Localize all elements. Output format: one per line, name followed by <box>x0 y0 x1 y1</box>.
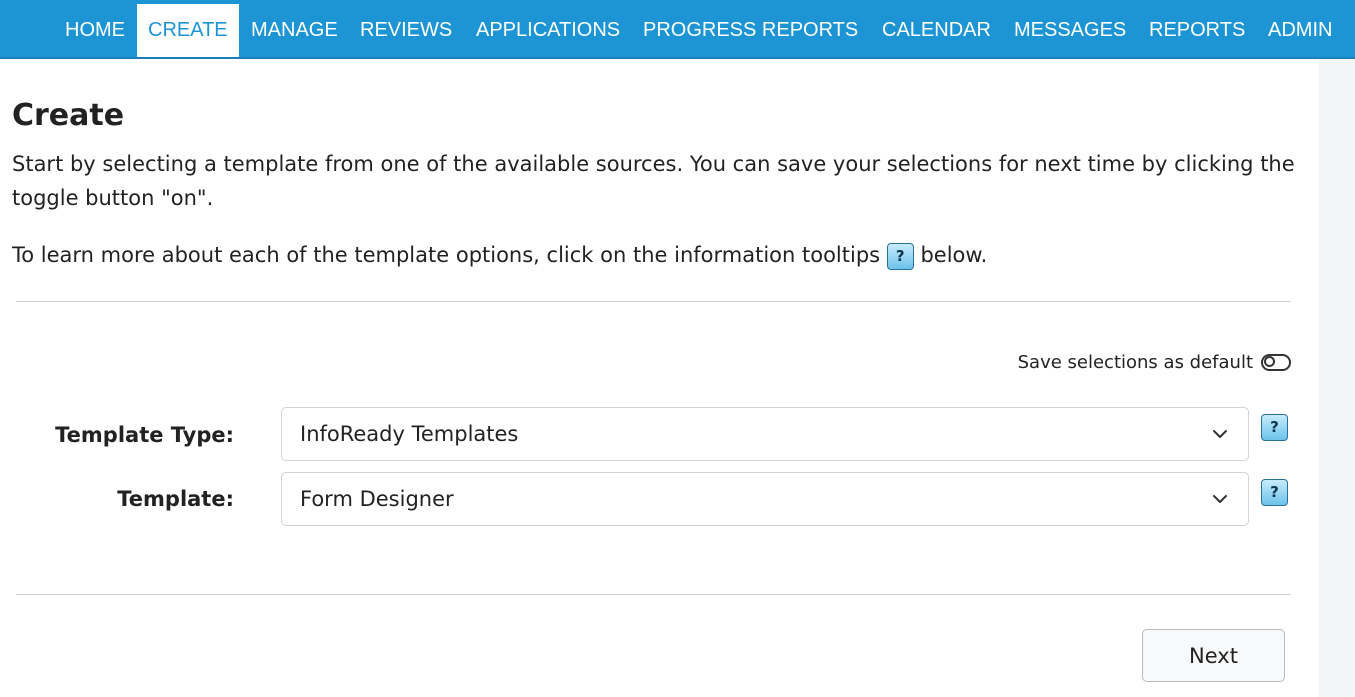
nav-item-messages[interactable]: MESSAGES <box>1014 4 1126 57</box>
nav-item-create[interactable]: CREATE <box>137 4 239 57</box>
nav-item-reports[interactable]: REPORTS <box>1149 4 1245 57</box>
template-label: Template: <box>117 487 234 511</box>
chevron-down-icon <box>1213 430 1227 438</box>
save-default-row: Save selections as default <box>1018 347 1291 377</box>
nav-item-reviews[interactable]: REVIEWS <box>360 4 452 57</box>
nav-item-calendar[interactable]: CALENDAR <box>882 4 991 57</box>
nav-item-home[interactable]: HOME <box>65 4 125 57</box>
main-content: Create Start by selecting a template fro… <box>0 59 1319 697</box>
template-select[interactable]: Form Designer <box>281 472 1249 526</box>
nav-item-manage[interactable]: MANAGE <box>251 4 338 57</box>
template-help-icon[interactable]: ? <box>1261 479 1288 506</box>
bottom-divider <box>16 594 1291 595</box>
intro-text: Start by selecting a template from one o… <box>12 152 1295 210</box>
template-type-help-icon[interactable]: ? <box>1261 414 1288 441</box>
page-title: Create <box>12 98 125 133</box>
template-type-label: Template Type: <box>55 423 234 447</box>
question-mark-icon: ? <box>886 242 914 270</box>
template-type-value: InfoReady Templates <box>300 422 519 446</box>
top-navigation-bar: HOME CREATE MANAGE REVIEWS APPLICATIONS … <box>0 0 1355 59</box>
toggle-knob <box>1264 356 1275 367</box>
chevron-down-icon <box>1213 495 1227 503</box>
top-divider <box>16 301 1291 302</box>
nav-item-admin[interactable]: ADMIN <box>1268 4 1332 57</box>
tooltip-hint-before: To learn more about each of the template… <box>12 243 881 267</box>
template-type-select[interactable]: InfoReady Templates <box>281 407 1249 461</box>
tooltip-hint-after: below. <box>920 243 988 267</box>
next-button[interactable]: Next <box>1142 629 1285 682</box>
save-default-toggle[interactable] <box>1261 353 1291 371</box>
nav-item-applications[interactable]: APPLICATIONS <box>476 4 620 57</box>
tooltip-hint-text: To learn more about each of the template… <box>12 238 987 272</box>
nav-item-progress-reports[interactable]: PROGRESS REPORTS <box>643 4 858 57</box>
save-default-label: Save selections as default <box>1017 351 1253 373</box>
template-value: Form Designer <box>300 487 454 511</box>
